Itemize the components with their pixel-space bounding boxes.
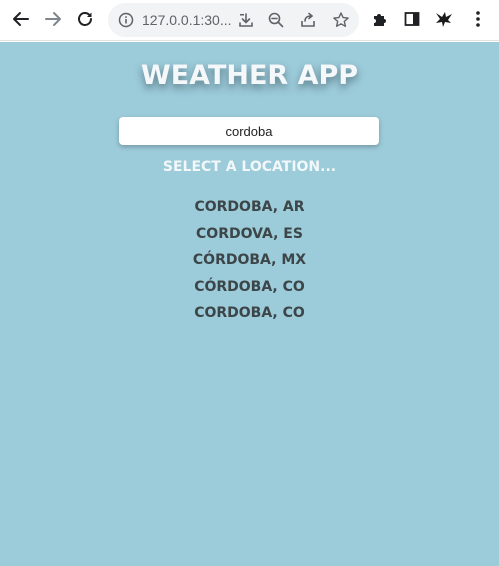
forward-button[interactable] [40,8,66,34]
arrow-right-icon [44,10,62,33]
location-option[interactable]: CÓRDOBA, MX [0,247,499,274]
extensions-button[interactable] [367,8,393,34]
app-title: WEATHER APP [140,60,359,91]
weather-app: WEATHER APP SELECT A LOCATION... CORDOBA… [0,42,499,566]
bird-avatar-icon [434,9,454,34]
arrow-left-icon [12,10,30,33]
side-panel-icon [403,10,421,33]
menu-button[interactable] [465,8,491,34]
url-text[interactable]: 127.0.0.1:30... [142,12,232,28]
back-button[interactable] [8,8,34,34]
location-list: CORDOBA, AR CORDOVA, ES CÓRDOBA, MX CÓRD… [0,194,499,327]
kebab-menu-icon [475,10,481,33]
side-panel-button[interactable] [399,8,425,34]
location-option[interactable]: CORDOVA, ES [0,221,499,248]
browser-toolbar: 127.0.0.1:30... [0,0,499,41]
share-icon[interactable] [298,10,318,30]
address-bar[interactable]: 127.0.0.1:30... [108,3,359,37]
location-option[interactable]: CÓRDOBA, CO [0,274,499,301]
location-option[interactable]: CORDOBA, AR [0,194,499,221]
location-option[interactable]: CORDOBA, CO [0,300,499,327]
star-icon[interactable] [331,10,351,30]
info-icon[interactable] [117,11,135,29]
select-location-prompt: SELECT A LOCATION... [162,159,337,175]
city-search-input[interactable] [119,117,379,145]
profile-button[interactable] [431,8,457,34]
puzzle-icon [371,10,389,33]
reload-icon [76,10,94,33]
zoom-out-icon[interactable] [266,10,286,30]
reload-button[interactable] [72,8,98,34]
install-icon[interactable] [236,10,256,30]
